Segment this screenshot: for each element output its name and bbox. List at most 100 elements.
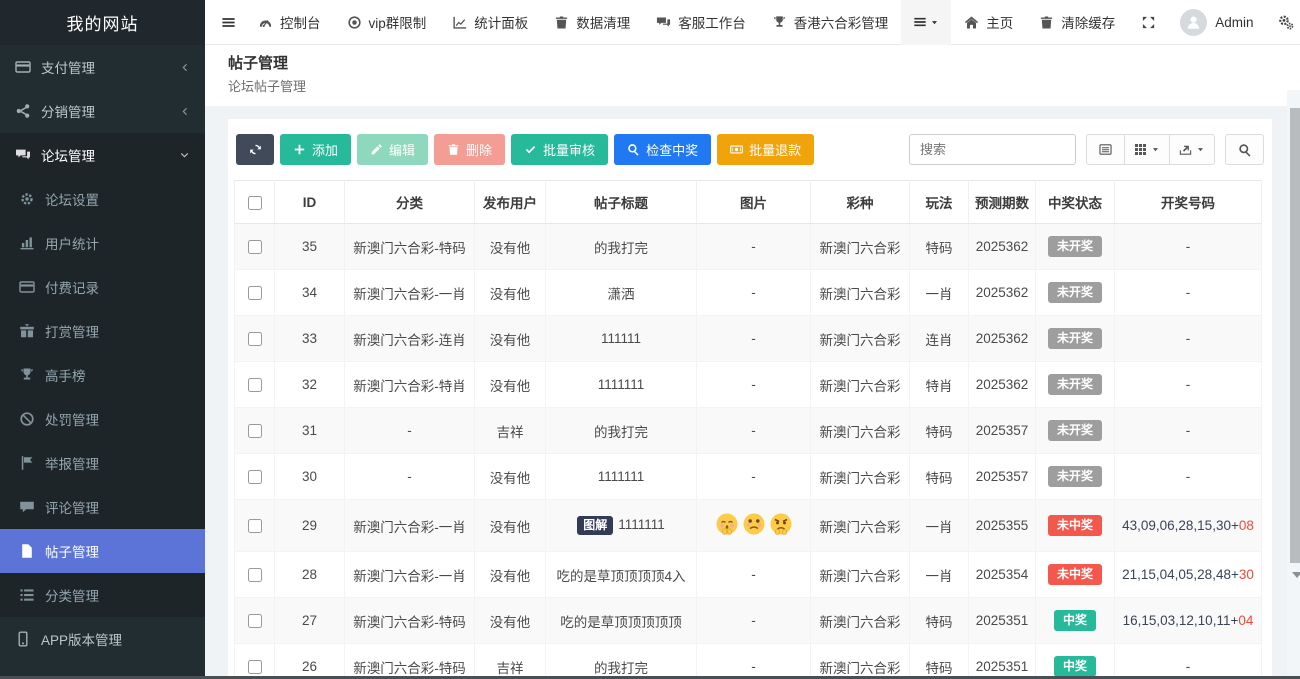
- add-button[interactable]: 添加: [280, 134, 351, 165]
- post-images[interactable]: [715, 512, 793, 539]
- row-checkbox[interactable]: [248, 286, 262, 300]
- cell-select[interactable]: [235, 408, 275, 454]
- sidebar-toggle-button[interactable]: [211, 0, 245, 45]
- select-all-header[interactable]: [235, 181, 275, 224]
- settings-button[interactable]: [1266, 0, 1300, 45]
- column-header[interactable]: 图片: [697, 181, 811, 224]
- column-header[interactable]: 开奖号码: [1115, 181, 1262, 224]
- plus-icon: [293, 143, 306, 156]
- sidebar-item-distribution[interactable]: 分销管理: [0, 89, 205, 133]
- topbar-item-stats-panel[interactable]: 统计面板: [439, 0, 541, 45]
- page-title: 帖子管理: [228, 52, 1284, 73]
- scrollbar-thumb[interactable]: [1290, 108, 1300, 563]
- cell-period: 2025362: [969, 224, 1036, 270]
- sidebar-item-reward-admin[interactable]: 打赏管理: [0, 309, 205, 353]
- table-row[interactable]: 27新澳门六合彩-特码没有他吃的是草顶顶顶顶顶-新澳门六合彩特码2025351中…: [235, 598, 1262, 644]
- cell-select[interactable]: [235, 362, 275, 408]
- cell-select[interactable]: [235, 224, 275, 270]
- cell-select[interactable]: [235, 316, 275, 362]
- sidebar-item-label: 用户统计: [45, 233, 99, 253]
- cell-select[interactable]: [235, 500, 275, 552]
- batch-review-button[interactable]: 批量审核: [511, 134, 608, 165]
- sidebar-item-post-admin[interactable]: 帖子管理: [0, 529, 205, 573]
- brand-title[interactable]: 我的网站: [0, 0, 205, 45]
- column-header[interactable]: 玩法: [910, 181, 969, 224]
- cell-select[interactable]: [235, 270, 275, 316]
- column-header[interactable]: 预测期数: [969, 181, 1036, 224]
- batch-refund-button[interactable]: 批量退款: [717, 134, 814, 165]
- columns-button[interactable]: [1124, 134, 1170, 165]
- sidebar-item-report-admin[interactable]: 举报管理: [0, 441, 205, 485]
- clear-cache-button[interactable]: 清除缓存: [1026, 0, 1128, 45]
- cell-id: 30: [275, 454, 345, 500]
- check-win-button[interactable]: 检查中奖: [614, 134, 711, 165]
- scroll-down-arrow[interactable]: [1292, 572, 1300, 578]
- sidebar-item-payment[interactable]: 支付管理: [0, 45, 205, 89]
- cell-numbers: -: [1115, 270, 1262, 316]
- sidebar-item-user-stats[interactable]: 用户统计: [0, 221, 205, 265]
- sidebar-item-app-version[interactable]: APP版本管理: [0, 617, 205, 661]
- cell-user: 没有他: [475, 454, 546, 500]
- sidebar-item-forum-settings[interactable]: 论坛设置: [0, 177, 205, 221]
- export-button[interactable]: [1169, 134, 1215, 165]
- row-checkbox[interactable]: [248, 424, 262, 438]
- row-checkbox[interactable]: [248, 332, 262, 346]
- sidebar-item-punishment[interactable]: 处罚管理: [0, 397, 205, 441]
- cell-select[interactable]: [235, 552, 275, 598]
- status-badge: 未开奖: [1048, 282, 1102, 303]
- column-header[interactable]: 帖子标题: [546, 181, 697, 224]
- column-header[interactable]: 中奖状态: [1036, 181, 1115, 224]
- table-row[interactable]: 28新澳门六合彩-一肖没有他吃的是草顶顶顶顶4入-新澳门六合彩一肖2025354…: [235, 552, 1262, 598]
- delete-button[interactable]: 删除: [434, 134, 505, 165]
- table-row[interactable]: 33新澳门六合彩-连肖没有他111111-新澳门六合彩连肖2025362未开奖-: [235, 316, 1262, 362]
- sidebar-item-leaderboard[interactable]: 高手榜: [0, 353, 205, 397]
- search-submit-button[interactable]: [1225, 134, 1264, 165]
- topbar-item-hk-lottery-admin[interactable]: 香港六合彩管理: [759, 0, 902, 45]
- table-row[interactable]: 30-没有他1111111-新澳门六合彩特码2025357未开奖-: [235, 454, 1262, 500]
- app-window: 我的网站 支付管理分销管理论坛管理论坛设置用户统计付费记录打赏管理高手榜处罚管理…: [0, 0, 1300, 679]
- topbar-item-service-workbench[interactable]: 客服工作台: [643, 0, 759, 45]
- column-header[interactable]: 彩种: [811, 181, 910, 224]
- sidebar-item-forum[interactable]: 论坛管理: [0, 133, 205, 177]
- refresh-button[interactable]: [236, 134, 274, 165]
- cell-select[interactable]: [235, 454, 275, 500]
- tachometer-icon: [258, 15, 273, 30]
- row-checkbox[interactable]: [248, 660, 262, 674]
- cell-user: 没有他: [475, 598, 546, 644]
- dot-circle-icon: [347, 15, 362, 30]
- list-icon: [19, 587, 35, 603]
- edit-button[interactable]: 编辑: [357, 134, 428, 165]
- cell-select[interactable]: [235, 644, 275, 679]
- column-header[interactable]: ID: [275, 181, 345, 224]
- table-row[interactable]: 35新澳门六合彩-特码没有他的我打完-新澳门六合彩特码2025362未开奖-: [235, 224, 1262, 270]
- vertical-scrollbar[interactable]: [1287, 90, 1300, 679]
- table-row[interactable]: 26新澳门六合彩-特码吉祥的我打完-新澳门六合彩特码2025351中奖-: [235, 644, 1262, 679]
- home-button[interactable]: 主页: [951, 0, 1026, 45]
- sidebar-item-category-admin[interactable]: 分类管理: [0, 573, 205, 617]
- table-row[interactable]: 31-吉祥的我打完-新澳门六合彩特码2025357未开奖-: [235, 408, 1262, 454]
- topbar-item-vip-group-limit[interactable]: vip群限制: [334, 0, 440, 45]
- sidebar-item-payment-records[interactable]: 付费记录: [0, 265, 205, 309]
- user-menu[interactable]: Admin: [1168, 0, 1265, 45]
- nav-list-dropdown[interactable]: [901, 0, 951, 45]
- row-checkbox[interactable]: [248, 470, 262, 484]
- cell-select[interactable]: [235, 598, 275, 644]
- column-header[interactable]: 发布用户: [475, 181, 546, 224]
- search-input[interactable]: [909, 134, 1076, 165]
- row-checkbox[interactable]: [248, 378, 262, 392]
- select-all-checkbox[interactable]: [248, 196, 262, 210]
- column-header[interactable]: 分类: [345, 181, 475, 224]
- table-row[interactable]: 32新澳门六合彩-特肖没有他1111111-新澳门六合彩特肖2025362未开奖…: [235, 362, 1262, 408]
- row-checkbox[interactable]: [248, 519, 262, 533]
- table-row[interactable]: 29新澳门六合彩-一肖没有他图解1111111新澳门六合彩一肖2025355未中…: [235, 500, 1262, 552]
- sidebar-item-comment-admin[interactable]: 评论管理: [0, 485, 205, 529]
- topbar-item-data-cleanup[interactable]: 数据清理: [541, 0, 643, 45]
- topbar-item-console[interactable]: 控制台: [245, 0, 334, 45]
- table-row[interactable]: 34新澳门六合彩-一肖没有他潇洒-新澳门六合彩一肖2025362未开奖-: [235, 270, 1262, 316]
- fullscreen-button[interactable]: [1128, 0, 1168, 45]
- row-checkbox[interactable]: [248, 568, 262, 582]
- row-checkbox[interactable]: [248, 614, 262, 628]
- pouting-face-sticker-image: [742, 512, 766, 539]
- row-checkbox[interactable]: [248, 240, 262, 254]
- toggle-view-button[interactable]: [1086, 134, 1125, 165]
